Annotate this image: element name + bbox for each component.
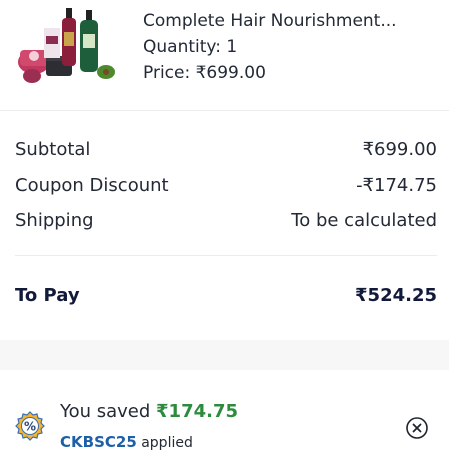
savings-text: You saved ₹174.75	[60, 401, 238, 422]
applied-coupon-text: CKBSC25 applied	[60, 433, 193, 451]
product-image	[14, 6, 118, 86]
subtotal-value: ₹699.00	[362, 139, 437, 160]
savings-prefix: You saved	[60, 401, 157, 422]
coupon-discount-label: Coupon Discount	[15, 175, 169, 196]
percent-badge-icon: %	[15, 411, 45, 441]
savings-amount: ₹174.75	[156, 401, 239, 422]
divider	[0, 110, 449, 111]
to-pay-row: To Pay ₹524.25	[15, 285, 437, 306]
product-quantity: Quantity: 1	[143, 37, 238, 57]
to-pay-value: ₹524.25	[355, 285, 437, 306]
shipping-label: Shipping	[15, 210, 94, 231]
divider	[15, 255, 437, 256]
product-info: Complete Hair Nourishment... Quantity: 1…	[143, 8, 433, 86]
close-icon[interactable]	[405, 416, 429, 440]
coupon-code: CKBSC25	[60, 433, 137, 451]
product-name[interactable]: Complete Hair Nourishment...	[143, 8, 433, 34]
shipping-row: Shipping To be calculated	[15, 210, 437, 231]
coupon-discount-row: Coupon Discount -₹174.75	[15, 175, 437, 196]
coupon-discount-value: -₹174.75	[356, 175, 437, 196]
product-price: Price: ₹699.00	[143, 63, 266, 83]
subtotal-row: Subtotal ₹699.00	[15, 139, 437, 160]
subtotal-label: Subtotal	[15, 139, 91, 160]
section-separator	[0, 340, 449, 370]
svg-text:%: %	[24, 420, 36, 434]
to-pay-label: To Pay	[15, 285, 80, 306]
coupon-savings-banner: % You saved ₹174.75 CKBSC25 applied	[0, 371, 449, 475]
applied-suffix: applied	[136, 435, 193, 451]
cart-product-item: Complete Hair Nourishment... Quantity: 1…	[0, 0, 449, 110]
shipping-value: To be calculated	[291, 210, 437, 231]
